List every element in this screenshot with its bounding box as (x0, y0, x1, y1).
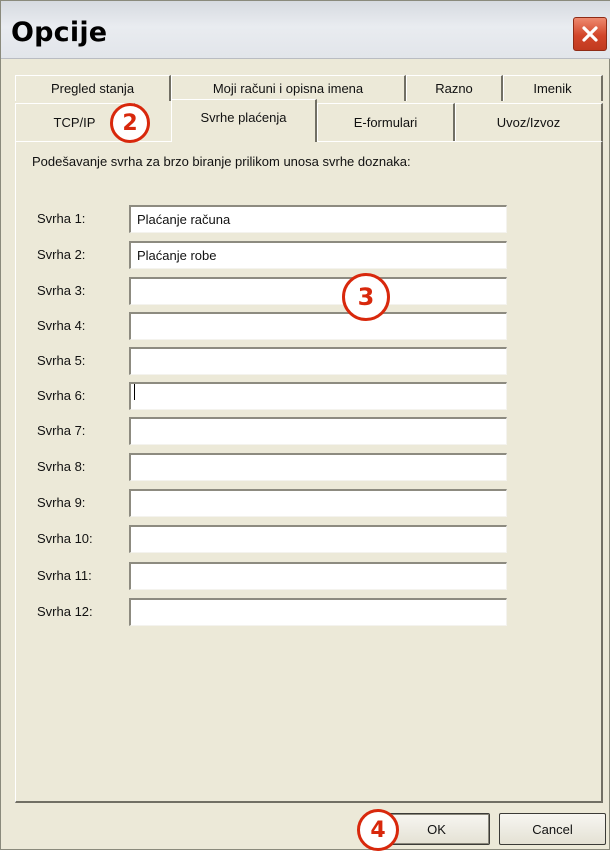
close-icon (582, 26, 598, 42)
ok-button[interactable]: OK (383, 813, 490, 845)
svrha-6-label: Svrha 6: (37, 388, 86, 403)
options-dialog: Opcije Pregled stanja Moji računi i opis… (0, 0, 610, 851)
tab-e-formulari[interactable]: E-formulari (317, 103, 455, 141)
tab-label: Razno (435, 81, 473, 96)
tab-label: TCP/IP (53, 115, 96, 130)
svrha-8-input[interactable] (129, 453, 507, 481)
title-bar[interactable]: Opcije (1, 1, 610, 59)
tab-uvoz-izvoz[interactable]: Uvoz/Izvoz (455, 103, 603, 141)
svrha-9-input[interactable] (129, 489, 507, 517)
svrha-8-label: Svrha 8: (37, 459, 86, 474)
tab-strip: Pregled stanja Moji računi i opisna imen… (1, 59, 610, 142)
tab-svrhe-placenja[interactable]: Svrhe plaćenja (171, 99, 317, 142)
svrha-9-label: Svrha 9: (37, 495, 86, 510)
svrha-10-input[interactable] (129, 525, 507, 553)
panel-description: Podešavanje svrha za brzo biranje prilik… (32, 154, 411, 169)
svrha-2-label: Svrha 2: (37, 247, 86, 262)
close-button[interactable] (573, 17, 607, 51)
svrha-1-input[interactable] (129, 205, 507, 233)
svrha-11-label: Svrha 11: (37, 568, 92, 583)
svrha-12-input[interactable] (129, 598, 507, 626)
callout-marker-2: 2 (110, 103, 150, 143)
tab-label: E-formulari (353, 115, 418, 130)
tab-label: Svrhe plaćenja (200, 110, 287, 125)
ok-button-label: OK (427, 821, 446, 837)
tab-label: Moji računi i opisna imena (212, 81, 364, 96)
tab-razno[interactable]: Razno (406, 75, 503, 101)
svrha-11-input[interactable] (129, 562, 507, 590)
svrha-1-label: Svrha 1: (37, 211, 86, 226)
svrha-12-label: Svrha 12: (37, 604, 93, 619)
text-caret (134, 384, 135, 400)
svrha-3-input[interactable] (129, 277, 507, 305)
tab-label: Imenik (533, 81, 572, 96)
tab-moji-racuni[interactable]: Moji računi i opisna imena (171, 75, 406, 101)
svrha-7-input[interactable] (129, 417, 507, 445)
tab-pregled-stanja[interactable]: Pregled stanja (15, 75, 171, 101)
svrha-2-input[interactable] (129, 241, 507, 269)
svrha-10-label: Svrha 10: (37, 531, 93, 546)
tab-imenik[interactable]: Imenik (503, 75, 603, 101)
svrha-4-input[interactable] (129, 312, 507, 340)
svrha-5-input[interactable] (129, 347, 507, 375)
svrha-6-input[interactable] (129, 382, 507, 410)
svrha-3-label: Svrha 3: (37, 283, 86, 298)
cancel-button[interactable]: Cancel (499, 813, 606, 845)
callout-marker-4: 4 (357, 809, 399, 851)
window-title: Opcije (11, 17, 108, 48)
tab-label: Pregled stanja (50, 81, 135, 96)
callout-marker-3: 3 (342, 273, 390, 321)
svrha-7-label: Svrha 7: (37, 423, 86, 438)
svrha-4-label: Svrha 4: (37, 318, 86, 333)
tab-label: Uvoz/Izvoz (496, 115, 561, 130)
cancel-button-label: Cancel (532, 821, 573, 837)
svrha-5-label: Svrha 5: (37, 353, 86, 368)
